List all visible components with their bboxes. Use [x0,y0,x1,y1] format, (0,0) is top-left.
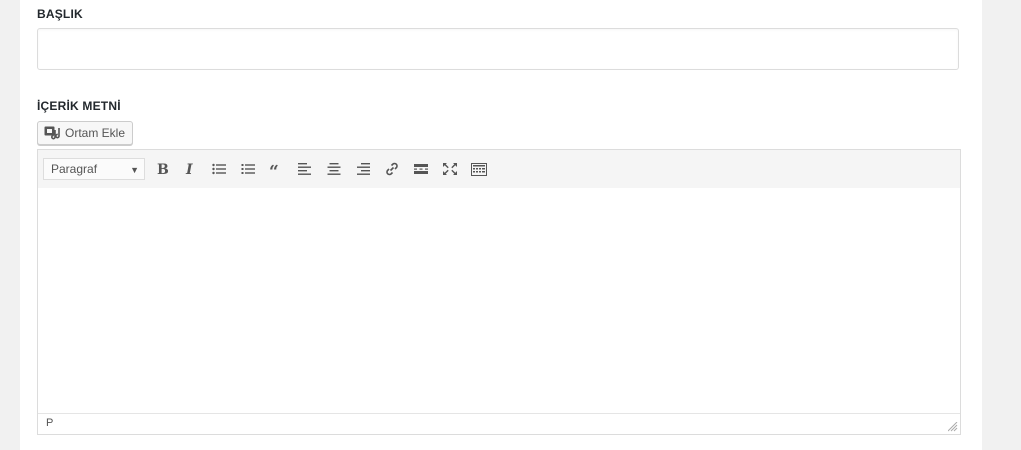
element-path[interactable]: P [46,417,53,429]
link-button[interactable] [380,158,404,180]
svg-text:I: I [185,162,193,176]
fullscreen-button[interactable] [438,158,462,180]
fullscreen-icon [443,163,457,175]
toolbar-toggle-icon [471,162,487,176]
align-left-button[interactable] [293,158,317,180]
resize-handle-icon[interactable] [947,421,958,432]
title-label: BAŞLIK [37,7,83,21]
content-editor: Paragraf ▼ B I “ P [37,149,961,435]
blockquote-icon: “ [269,163,283,175]
read-more-icon [414,163,428,175]
align-center-button[interactable] [322,158,346,180]
blockquote-button[interactable]: “ [264,158,288,180]
content-label: İÇERİK METNİ [37,99,121,113]
align-right-button[interactable] [351,158,375,180]
title-input[interactable] [37,28,959,70]
post-edit-panel: BAŞLIK İÇERİK METNİ Ortam Ekle Paragraf … [20,0,982,450]
toolbar-toggle-button[interactable] [467,158,491,180]
editor-toolbar: Paragraf ▼ B I “ [38,150,960,189]
bulleted-list-button[interactable] [207,158,231,180]
numbered-list-icon [241,163,255,175]
chevron-down-icon: ▼ [130,165,139,175]
align-right-icon [356,163,370,175]
svg-text:“: “ [269,163,279,175]
bulleted-list-icon [212,163,226,175]
svg-text:B: B [157,162,169,176]
align-left-icon [298,163,312,175]
bold-icon: B [155,162,169,176]
bold-button[interactable]: B [150,158,174,180]
read-more-button[interactable] [409,158,433,180]
numbered-list-button[interactable] [236,158,260,180]
add-media-button[interactable]: Ortam Ekle [37,121,134,145]
editor-statusbar: P [38,413,960,434]
italic-icon: I [183,162,197,176]
add-media-label: Ortam Ekle [65,126,126,140]
add-media-icon [44,126,61,140]
editor-content-area[interactable] [38,188,960,414]
align-center-icon [327,163,341,175]
italic-button[interactable]: I [178,158,202,180]
link-icon [385,162,399,176]
format-select[interactable]: Paragraf ▼ [43,158,145,180]
format-select-value: Paragraf [51,162,98,176]
